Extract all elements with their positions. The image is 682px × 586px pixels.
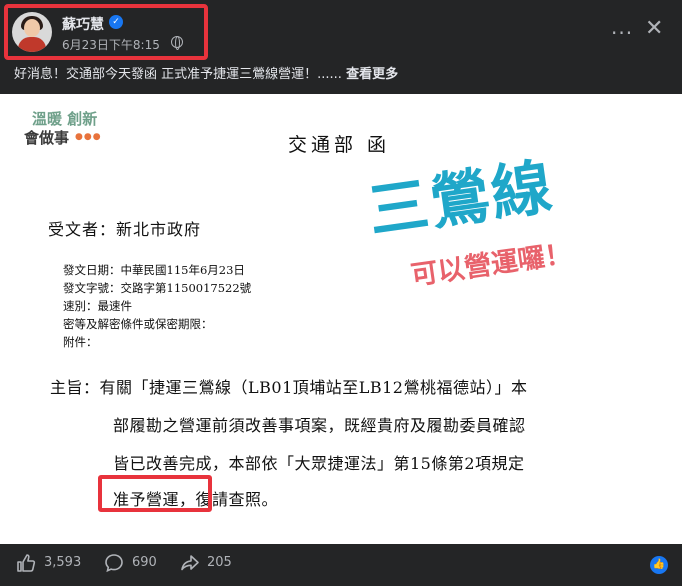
headline-title: 三鶯線 bbox=[363, 151, 558, 248]
meta-number: 發文字號：交路字第1150017522號 bbox=[63, 281, 252, 295]
document-title: 交通部 函 bbox=[288, 134, 391, 156]
close-icon[interactable]: ✕ bbox=[645, 16, 663, 41]
subject-line-3: 皆已改善完成，本部依「大眾捷運法」第15條第2項規定 bbox=[113, 454, 525, 473]
like-reaction-icon[interactable]: 👍 bbox=[650, 556, 668, 574]
see-more-link[interactable]: 查看更多 bbox=[346, 67, 398, 82]
caption-text: 好消息！交通部今天發函 正式准予捷運三鶯線營運！...... bbox=[14, 67, 342, 82]
share-icon[interactable] bbox=[180, 553, 200, 573]
decorative-dots-icon: ●●● bbox=[75, 132, 102, 142]
comment-count[interactable]: 690 bbox=[132, 555, 157, 570]
subject-line-1: 主旨：有關「捷運三鶯線（LB01頂埔站至LB12鶯桃福德站）」本 bbox=[50, 378, 528, 397]
subject-line-2: 部履勘之營運前須改善事項案，既經貴府及履勘委員確認 bbox=[113, 416, 526, 435]
meta-attachment: 附件： bbox=[63, 335, 98, 349]
slogan-line1: 溫暖 創新 bbox=[32, 110, 98, 128]
slogan-line2: 會做事 bbox=[24, 129, 70, 147]
like-icon[interactable] bbox=[16, 553, 36, 573]
post-image[interactable]: 溫暖 創新 會做事 ●●● 交通部 函 受文者：新北市政府 發文日期：中華民國1… bbox=[0, 94, 682, 544]
document-recipient: 受文者：新北市政府 bbox=[48, 220, 202, 239]
author-highlight-box bbox=[4, 4, 208, 60]
more-options-icon[interactable]: ··· bbox=[611, 21, 633, 45]
meta-speed: 速別：最速件 bbox=[63, 299, 132, 313]
comment-icon[interactable] bbox=[104, 553, 124, 573]
share-count[interactable]: 205 bbox=[207, 555, 232, 570]
like-count[interactable]: 3,593 bbox=[44, 555, 81, 570]
meta-confidential: 密等及解密條件或保密期限： bbox=[63, 317, 213, 331]
post-caption: 好消息！交通部今天發函 正式准予捷運三鶯線營運！...... 查看更多 bbox=[14, 63, 398, 82]
meta-date: 發文日期：中華民國115年6月23日 bbox=[63, 263, 245, 277]
approval-highlight-box bbox=[98, 475, 212, 512]
